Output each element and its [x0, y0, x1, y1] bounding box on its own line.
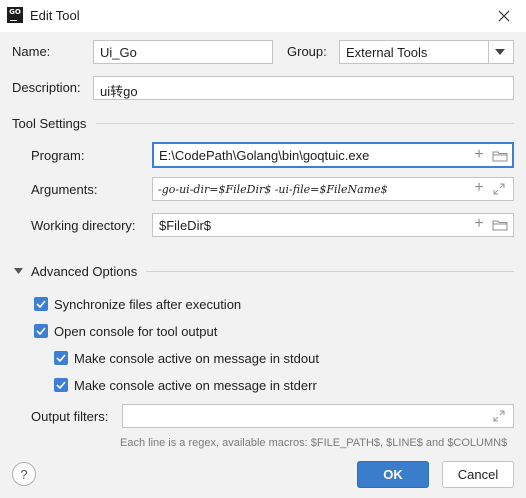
collapse-triangle-icon[interactable]	[14, 268, 23, 274]
folder-icon[interactable]	[492, 219, 508, 231]
insert-macro-icon[interactable]: +	[472, 216, 486, 232]
program-label: Program:	[31, 148, 85, 163]
output-filters-input[interactable]	[122, 404, 514, 428]
arguments-label: Arguments:	[31, 182, 98, 197]
checkmark-icon	[36, 327, 46, 335]
stderr-active-label: Make console active on message in stderr	[74, 378, 317, 393]
cancel-button[interactable]: Cancel	[442, 461, 514, 488]
program-input[interactable]: E:\CodePath\Golang\bin\goqtuic.exe +	[152, 142, 514, 168]
name-value: Ui_Go	[100, 45, 137, 60]
stderr-active-checkbox[interactable]	[54, 378, 68, 392]
checkmark-icon	[56, 354, 66, 362]
program-value: E:\CodePath\Golang\bin\goqtuic.exe	[159, 148, 370, 163]
description-label: Description:	[12, 80, 81, 95]
group-value: External Tools	[346, 45, 428, 60]
close-icon	[498, 10, 510, 22]
help-button[interactable]: ?	[12, 462, 36, 486]
stdout-active-label: Make console active on message in stdout	[74, 351, 319, 366]
macros-hint: Each line is a regex, available macros: …	[120, 437, 508, 449]
expand-icon[interactable]	[493, 410, 505, 422]
tool-settings-title: Tool Settings	[12, 116, 87, 131]
output-filters-label: Output filters:	[31, 409, 109, 424]
section-divider	[96, 123, 514, 124]
checkmark-icon	[36, 300, 46, 308]
working-directory-label: Working directory:	[31, 218, 136, 233]
name-input[interactable]: Ui_Go	[93, 40, 273, 64]
app-icon-text: GO	[9, 8, 21, 16]
working-directory-input[interactable]: $FileDir$ +	[152, 213, 514, 237]
insert-macro-icon[interactable]: +	[472, 180, 486, 196]
sync-files-checkbox[interactable]	[34, 297, 48, 311]
window-title: Edit Tool	[30, 8, 80, 23]
goland-app-icon: GO	[7, 7, 23, 23]
open-console-label: Open console for tool output	[54, 324, 218, 339]
description-value: ui转go	[100, 84, 138, 99]
advanced-options-title[interactable]: Advanced Options	[31, 264, 137, 279]
group-label: Group:	[287, 44, 327, 59]
section-divider	[146, 271, 514, 272]
close-button[interactable]	[492, 4, 516, 28]
expand-icon[interactable]	[493, 183, 505, 195]
name-label: Name:	[12, 44, 51, 59]
insert-macro-icon[interactable]: +	[472, 147, 486, 163]
checkmark-icon	[56, 381, 66, 389]
folder-icon[interactable]	[492, 150, 508, 162]
ok-button[interactable]: OK	[357, 461, 429, 488]
chevron-down-icon	[495, 49, 505, 55]
sync-files-label: Synchronize files after execution	[54, 297, 242, 312]
open-console-checkbox[interactable]	[34, 324, 48, 338]
help-icon: ?	[20, 466, 28, 482]
stdout-active-checkbox[interactable]	[54, 351, 68, 365]
arguments-value: -go-ui-dir=$FileDir$ -ui-file=$FileName$	[158, 183, 388, 196]
group-select[interactable]: External Tools	[339, 40, 514, 64]
description-input[interactable]: ui转go	[93, 76, 514, 100]
arguments-input[interactable]: -go-ui-dir=$FileDir$ -ui-file=$FileName$…	[152, 177, 514, 201]
working-directory-value: $FileDir$	[159, 218, 212, 233]
